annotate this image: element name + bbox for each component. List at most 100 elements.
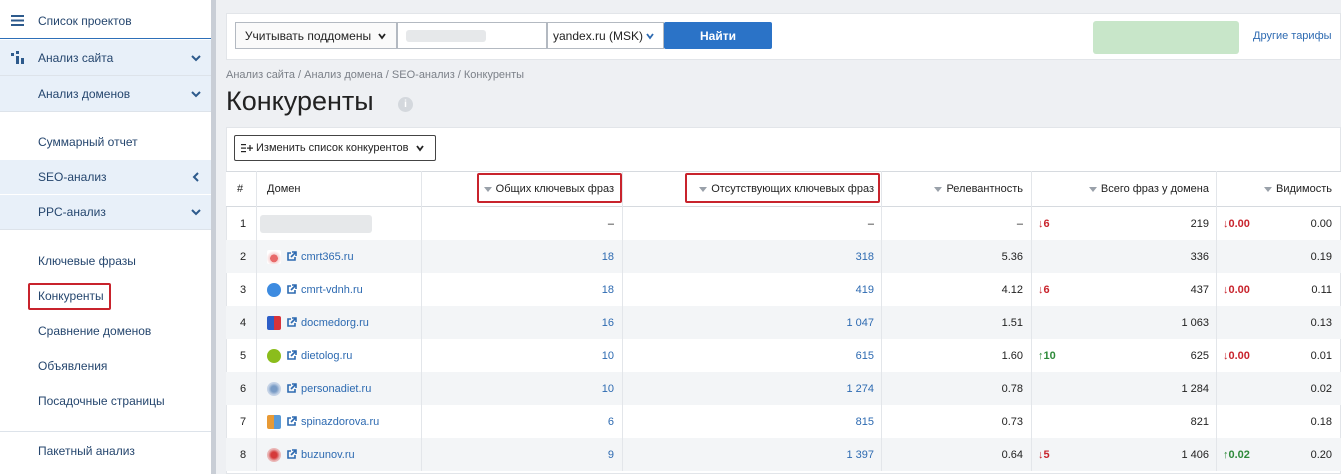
domain-cell[interactable]: cmrt-vdnh.ru — [267, 273, 363, 306]
sidebar-item-seo[interactable]: SEO-анализ — [0, 160, 211, 194]
sort-icon — [934, 186, 943, 192]
external-link-icon[interactable] — [285, 382, 298, 395]
external-link-icon[interactable] — [285, 250, 298, 263]
sidebar: Список проектов Анализ сайта Анализ доме… — [0, 0, 211, 474]
domain-cell[interactable]: docmedorg.ru — [267, 306, 369, 339]
missing-cell[interactable]: 318 — [688, 240, 874, 273]
common-cell: – — [607, 217, 614, 230]
find-button[interactable]: Найти — [664, 22, 772, 49]
sidebar-item-projects[interactable]: Список проектов — [0, 3, 211, 39]
subdomains-select[interactable]: Учитывать поддомены — [235, 22, 397, 49]
domain-cell[interactable]: personadiet.ru — [267, 372, 371, 405]
sidebar-item-ads[interactable]: Объявления — [0, 349, 211, 383]
total-cell: 1 063 — [1181, 316, 1209, 329]
favicon-icon — [267, 348, 281, 363]
breadcrumb: Анализ сайта / Анализ домена / SEO-анали… — [226, 69, 525, 81]
favicon-icon — [267, 414, 281, 429]
relevance-cell: 5.36 — [1001, 250, 1023, 263]
sidebar-item-compare[interactable]: Сравнение доменов — [0, 314, 211, 348]
favicon-icon — [267, 381, 281, 396]
subdomains-label: Учитывать поддомены — [244, 28, 372, 43]
visibility-cell: 0.13 — [1310, 316, 1332, 329]
info-icon[interactable]: i — [398, 97, 413, 112]
col-domain[interactable]: Домен — [267, 172, 300, 206]
col-visibility[interactable]: Видимость — [1246, 172, 1332, 206]
row-number: 1 — [240, 217, 247, 230]
external-link-icon[interactable] — [285, 415, 298, 428]
common-cell[interactable]: 16 — [482, 306, 614, 339]
total-cell: 1 406 — [1181, 448, 1209, 461]
change-competitors-button[interactable]: Изменить список конкурентов — [234, 135, 436, 161]
relevance-cell: 1.51 — [1001, 316, 1023, 329]
common-cell[interactable]: 6 — [482, 405, 614, 438]
domain-cell[interactable]: buzunov.ru — [267, 438, 355, 471]
row-number: 3 — [240, 283, 247, 296]
phrases-delta: ↓5 — [1038, 448, 1050, 461]
table-row: 8 buzunov.ru 9 1 397 0.64 ↓5 1 406 ↑0.02 0.20 — [226, 438, 1341, 471]
visibility-cell: 0.19 — [1310, 250, 1332, 263]
external-link-icon[interactable] — [285, 349, 298, 362]
relevance-cell: – — [1016, 217, 1023, 230]
missing-cell[interactable]: 815 — [688, 405, 874, 438]
sidebar-item-label: Список проектов — [38, 13, 132, 28]
sidebar-item-keywords[interactable]: Ключевые фразы — [0, 244, 211, 278]
visibility-cell: 0.11 — [1311, 283, 1332, 296]
domain-link[interactable]: docmedorg.ru — [301, 317, 369, 329]
relevance-cell: 1.60 — [1001, 349, 1023, 362]
common-cell[interactable]: 9 — [482, 438, 614, 471]
sidebar-item-ppc[interactable]: PPC-анализ — [0, 195, 211, 229]
missing-cell[interactable]: 1 274 — [688, 372, 874, 405]
domain-link[interactable]: spinazdorova.ru — [301, 416, 379, 428]
domain-link[interactable]: personadiet.ru — [301, 383, 371, 395]
domain-link[interactable]: dietolog.ru — [301, 350, 352, 362]
common-cell[interactable]: 18 — [482, 273, 614, 306]
table-row: 3 cmrt-vdnh.ru 18 419 4.12 ↓6 437 ↓0.00 0.11 — [226, 273, 1341, 306]
domain-cell[interactable]: cmrt365.ru — [267, 240, 354, 273]
col-total[interactable]: Всего фраз у домена — [1066, 172, 1209, 206]
sidebar-item-label: SEO-анализ — [38, 170, 107, 184]
common-cell[interactable]: 10 — [482, 372, 614, 405]
sidebar-item-label: Объявления — [38, 359, 108, 373]
sidebar-item-label: Посадочные страницы — [38, 394, 165, 408]
relevance-cell: 0.64 — [1001, 448, 1023, 461]
tariffs-link[interactable]: Другие тарифы — [1253, 30, 1332, 42]
col-num: # — [237, 183, 244, 195]
common-cell[interactable]: 18 — [482, 240, 614, 273]
visibility-cell: 0.02 — [1310, 382, 1332, 395]
external-link-icon[interactable] — [285, 316, 298, 329]
sidebar-item-site-analysis[interactable]: Анализ сайта — [0, 40, 211, 75]
total-cell: 219 — [1190, 217, 1209, 230]
visibility-cell: 0.18 — [1310, 415, 1332, 428]
missing-cell[interactable]: 419 — [688, 273, 874, 306]
sidebar-item-domain-analysis[interactable]: Анализ доменов — [0, 76, 211, 111]
missing-cell[interactable]: 615 — [688, 339, 874, 372]
domain-link[interactable]: cmrt365.ru — [301, 251, 354, 263]
missing-cell[interactable]: 1 397 — [688, 438, 874, 471]
common-cell[interactable]: 10 — [482, 339, 614, 372]
domain-link[interactable]: cmrt-vdnh.ru — [301, 284, 363, 296]
col-total-label: Всего фраз у домена — [1100, 183, 1209, 195]
total-cell: 821 — [1190, 415, 1209, 428]
sidebar-item-label: Анализ сайта — [38, 50, 114, 65]
col-divider — [1031, 171, 1032, 471]
domain-cell[interactable]: spinazdorova.ru — [267, 405, 379, 438]
missing-cell[interactable]: 1 047 — [688, 306, 874, 339]
col-relevance[interactable]: Релевантность — [906, 172, 1023, 206]
sidebar-item-batch[interactable]: Пакетный анализ — [0, 434, 211, 468]
sidebar-item-summary[interactable]: Суммарный отчет — [0, 125, 211, 159]
external-link-icon[interactable] — [285, 448, 298, 461]
sidebar-item-landing[interactable]: Посадочные страницы — [0, 384, 211, 418]
table-row: 1– – – ↓6 219 ↓0.00 0.00 — [226, 207, 1341, 240]
row-number: 6 — [240, 382, 247, 395]
sidebar-divider[interactable] — [211, 0, 216, 474]
domain-input[interactable] — [397, 22, 547, 49]
domain-cell[interactable]: dietolog.ru — [267, 339, 352, 372]
external-link-icon[interactable] — [285, 283, 298, 296]
search-engine-select[interactable]: yandex.ru (MSK) — [547, 22, 664, 49]
row-number: 7 — [240, 415, 247, 428]
domain-cell — [260, 207, 372, 240]
sidebar-item-label: Пакетный анализ — [38, 444, 135, 458]
domain-link[interactable]: buzunov.ru — [301, 449, 355, 461]
phrases-delta: ↓6 — [1038, 217, 1050, 230]
visibility-cell: 0.20 — [1310, 448, 1332, 461]
